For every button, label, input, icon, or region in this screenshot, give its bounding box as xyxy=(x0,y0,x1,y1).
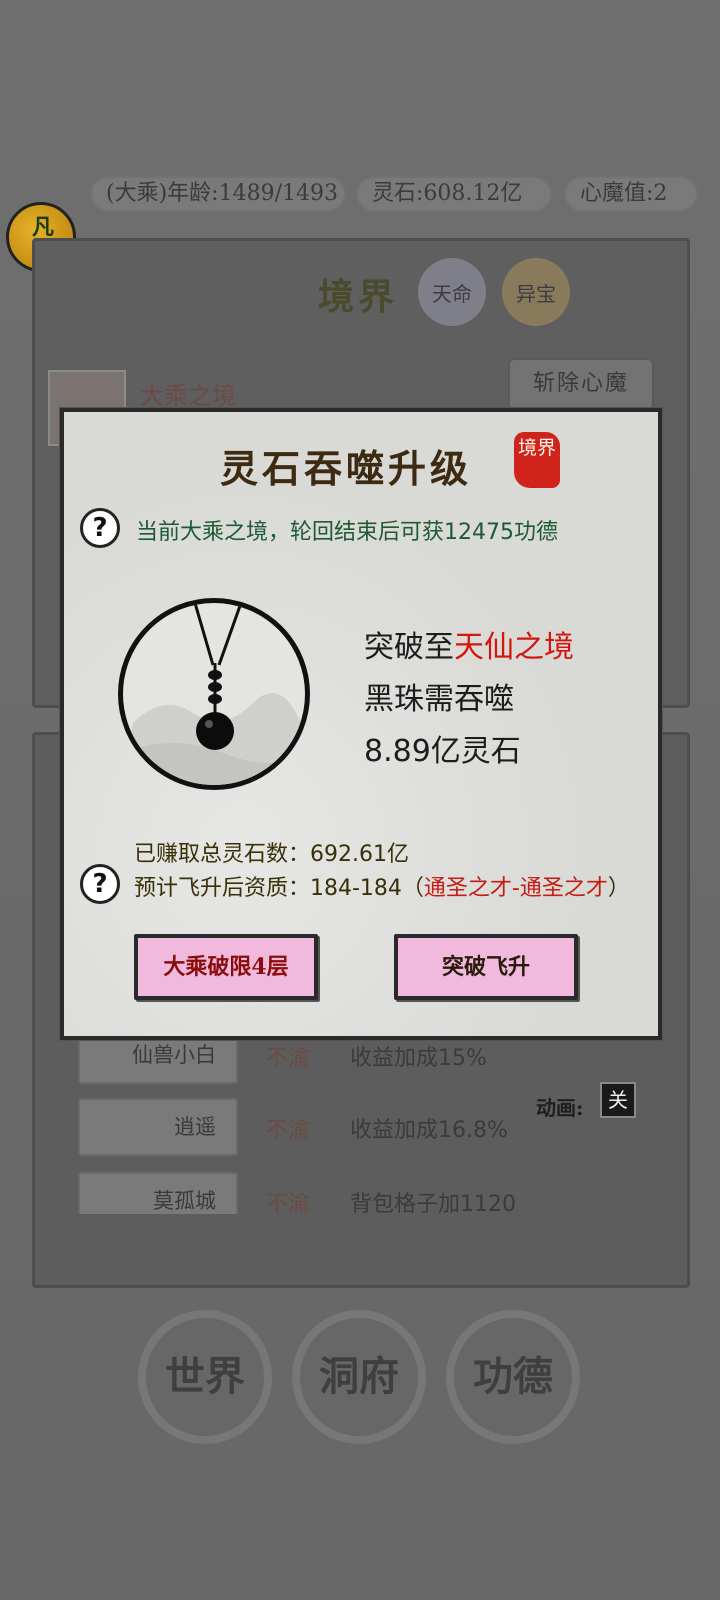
spirit-stone-pill: 灵石:608.12亿 xyxy=(356,176,552,212)
black-pearl-image xyxy=(118,598,310,790)
age-text: (大乘)年龄:1489/1493 xyxy=(106,181,338,206)
fate-tab[interactable]: 天命 xyxy=(418,258,486,326)
help-icon[interactable]: ? xyxy=(80,508,120,548)
predict-grade: 通圣之才-通圣之才 xyxy=(423,876,608,901)
breakthrough-prefix: 突破至 xyxy=(364,630,454,665)
dialog-title: 灵石吞噬升级 xyxy=(219,446,472,491)
breakthrough-target-line: 突破至天仙之境 xyxy=(364,622,574,674)
spirit-stone-text: 灵石:608.12亿 xyxy=(372,181,523,206)
requirement-line: 黑珠需吞噬 xyxy=(364,682,514,717)
earned-total: 已赚取总灵石数：692.61亿 xyxy=(134,842,409,867)
world-nav-label: 世界 xyxy=(165,1353,245,1400)
help-icon[interactable]: ? xyxy=(80,864,120,904)
animation-label: 动画: xyxy=(536,1096,584,1120)
companion-name-button[interactable]: 逍遥 xyxy=(78,1098,238,1156)
spirit-stone-upgrade-dialog: 灵石吞噬升级 境界 ? 当前大乘之境，轮回结束后可获12475功德 突破至天仙之… xyxy=(60,408,662,1040)
companion-status: 不渝 xyxy=(266,1192,311,1214)
current-realm-name: 大乘之境 xyxy=(140,382,236,410)
merit-nav-button[interactable]: 功德 xyxy=(446,1310,580,1444)
realm-seal: 境界 xyxy=(514,432,560,488)
predicted-aptitude: 预计飞升后资质：184-184（通圣之才-通圣之才） xyxy=(134,870,630,902)
companion-bonus: 收益加成16.8% xyxy=(350,1118,508,1143)
heart-demon-pill: 心魔值:2 xyxy=(564,176,698,212)
predict-suffix: ） xyxy=(607,876,630,901)
companion-name-button[interactable]: 莫孤城 xyxy=(78,1172,238,1214)
world-nav-button[interactable]: 世界 xyxy=(138,1310,272,1444)
realm-seal-text: 境界 xyxy=(517,437,556,459)
break-limit-button[interactable]: 大乘破限4层 xyxy=(134,934,318,1000)
cost-line: 8.89亿灵石 xyxy=(364,734,521,769)
animation-toggle[interactable]: 关 xyxy=(600,1082,636,1118)
cave-nav-label: 洞府 xyxy=(319,1353,399,1400)
ascend-button[interactable]: 突破飞升 xyxy=(394,934,578,1000)
companion-status: 不渝 xyxy=(266,1118,311,1143)
merit-info: 当前大乘之境，轮回结束后可获12475功德 xyxy=(136,520,558,545)
breakthrough-info: 突破至天仙之境 黑珠需吞噬 8.89亿灵石 xyxy=(364,622,574,778)
kill-demon-button[interactable]: 斩除心魔 xyxy=(508,358,654,410)
companion-bonus: 收益加成15% xyxy=(350,1046,487,1071)
treasure-tab[interactable]: 异宝 xyxy=(502,258,570,326)
heart-demon-text: 心魔值:2 xyxy=(580,181,668,206)
target-realm: 天仙之境 xyxy=(454,630,574,665)
merit-nav-label: 功德 xyxy=(473,1353,553,1400)
pendant-icon xyxy=(123,603,305,785)
list-item: 莫孤城 不渝 背包格子加1120 xyxy=(78,1172,638,1214)
cave-nav-button[interactable]: 洞府 xyxy=(292,1310,426,1444)
age-pill: (大乘)年龄:1489/1493 xyxy=(90,176,346,212)
realm-tab[interactable]: 境界 xyxy=(318,268,398,320)
companion-status: 不渝 xyxy=(266,1046,311,1071)
predict-prefix: 预计飞升后资质：184-184（ xyxy=(134,876,424,901)
companion-bonus: 背包格子加1120 xyxy=(350,1192,516,1214)
